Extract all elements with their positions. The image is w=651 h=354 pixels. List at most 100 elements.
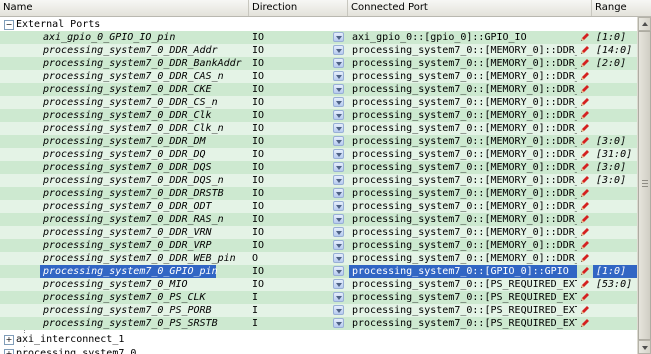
- port-name[interactable]: processing_system7_0_DDR_RAS_n: [40, 213, 227, 226]
- connected-port[interactable]: processing_system7_0::[MEMORY_0]::DDR_Cl…: [349, 122, 577, 135]
- dropdown-arrow-icon[interactable]: [333, 58, 344, 68]
- dropdown-arrow-icon[interactable]: [333, 45, 344, 55]
- table-row[interactable]: processing_system7_0_DDR_CS_n IO processin…: [0, 96, 637, 109]
- port-name[interactable]: processing_system7_0_DDR_CS_n: [40, 96, 221, 109]
- table-row[interactable]: processing_system7_0_DDR_DQ IO processing_…: [0, 148, 637, 161]
- port-direction[interactable]: O: [249, 252, 331, 265]
- table-row[interactable]: processing_system7_0_DDR_DQS IO processing…: [0, 161, 637, 174]
- port-name[interactable]: processing_system7_0_DDR_DQS: [40, 161, 215, 174]
- port-name[interactable]: processing_system7_0_DDR_DRSTB: [40, 187, 227, 200]
- table-row[interactable]: processing_system7_0_MIO IO processing_sys…: [0, 278, 637, 291]
- table-row[interactable]: processing_system7_0_DDR_DRSTB IO processi…: [0, 187, 637, 200]
- port-name[interactable]: processing_system7_0_DDR_DQ: [40, 148, 209, 161]
- port-range[interactable]: [593, 96, 637, 109]
- port-range[interactable]: [3:0]: [593, 135, 637, 148]
- column-header-direction[interactable]: Direction: [249, 0, 348, 16]
- dropdown-arrow-icon[interactable]: [333, 71, 344, 81]
- port-direction[interactable]: IO: [249, 44, 331, 57]
- port-name[interactable]: processing_system7_0_DDR_WEB_pin: [40, 252, 239, 265]
- connected-port[interactable]: processing_system7_0::[MEMORY_0]::DDR_DQ: [349, 148, 577, 161]
- table-row[interactable]: processing_system7_0_DDR_VRN IO processing…: [0, 226, 637, 239]
- pencil-icon[interactable]: [579, 123, 590, 134]
- table-row[interactable]: processing_system7_0_DDR_DQS_n IO processi…: [0, 174, 637, 187]
- expand-toggle-icon[interactable]: +: [4, 335, 14, 345]
- pencil-icon[interactable]: [579, 240, 590, 251]
- port-direction[interactable]: IO: [249, 161, 331, 174]
- pencil-icon[interactable]: [579, 253, 590, 264]
- column-header-range[interactable]: Range: [592, 0, 639, 16]
- dropdown-arrow-icon[interactable]: [333, 136, 344, 146]
- port-direction[interactable]: IO: [249, 31, 331, 44]
- dropdown-arrow-icon[interactable]: [333, 149, 344, 159]
- port-range[interactable]: [593, 226, 637, 239]
- dropdown-arrow-icon[interactable]: [333, 305, 344, 315]
- connected-port[interactable]: processing_system7_0::[MEMORY_0]::DDR_Ba…: [349, 57, 577, 70]
- pencil-icon[interactable]: [579, 110, 590, 121]
- port-name[interactable]: processing_system7_0_PS_CLK: [40, 291, 209, 304]
- port-name[interactable]: processing_system7_0_DDR_VRN: [40, 226, 215, 239]
- port-name[interactable]: processing_system7_0_DDR_DQS_n: [40, 174, 227, 187]
- port-direction[interactable]: IO: [249, 226, 331, 239]
- port-range[interactable]: [593, 200, 637, 213]
- table-row[interactable]: processing_system7_0_PS_PORB Iprocessing_…: [0, 304, 637, 317]
- connected-port[interactable]: processing_system7_0::[MEMORY_0]::DDR_DR…: [349, 187, 577, 200]
- pencil-icon[interactable]: [579, 162, 590, 173]
- connected-port[interactable]: processing_system7_0::[MEMORY_0]::DDR_CS…: [349, 96, 577, 109]
- pencil-icon[interactable]: [579, 227, 590, 238]
- port-range[interactable]: [593, 317, 637, 330]
- scrollbar-thumb[interactable]: [638, 31, 651, 340]
- pencil-icon[interactable]: [579, 292, 590, 303]
- table-row[interactable]: processing_system7_0_GPIO_pin IO processin…: [0, 265, 637, 278]
- connected-port[interactable]: processing_system7_0::[MEMORY_0]::DDR_DQ…: [349, 161, 577, 174]
- port-range[interactable]: [593, 213, 637, 226]
- port-name[interactable]: processing_system7_0_DDR_Clk: [40, 109, 215, 122]
- connected-port[interactable]: processing_system7_0::[GPIO_0]::GPIO: [349, 265, 577, 278]
- port-name[interactable]: processing_system7_0_DDR_Addr: [40, 44, 221, 57]
- group-row-external-ports[interactable]: − External Ports: [0, 18, 637, 31]
- port-range[interactable]: [593, 83, 637, 96]
- table-row[interactable]: axi_gpio_0_GPIO_IO_pin IO axi_gpio_0::[gpi…: [0, 31, 637, 44]
- table-row[interactable]: processing_system7_0_DDR_BankAddr IO proce…: [0, 57, 637, 70]
- connected-port[interactable]: processing_system7_0::[MEMORY_0]::DDR_RA…: [349, 213, 577, 226]
- table-row[interactable]: processing_system7_0_DDR_CAS_n IO processi…: [0, 70, 637, 83]
- table-row[interactable]: processing_system7_0_DDR_Clk IO processing…: [0, 109, 637, 122]
- pencil-icon[interactable]: [579, 58, 590, 69]
- port-range[interactable]: [53:0]: [593, 278, 637, 291]
- pencil-icon[interactable]: [579, 136, 590, 147]
- dropdown-arrow-icon[interactable]: [333, 110, 344, 120]
- port-direction[interactable]: IO: [249, 239, 331, 252]
- pencil-icon[interactable]: [579, 71, 590, 82]
- dropdown-arrow-icon[interactable]: [333, 32, 344, 42]
- column-header-name[interactable]: Name: [0, 0, 249, 16]
- port-direction[interactable]: IO: [249, 109, 331, 122]
- pencil-icon[interactable]: [579, 188, 590, 199]
- port-range[interactable]: [593, 239, 637, 252]
- port-name[interactable]: processing_system7_0_PS_SRSTB: [40, 317, 221, 330]
- collapse-toggle-icon[interactable]: −: [4, 20, 14, 30]
- connected-port[interactable]: processing_system7_0::[MEMORY_0]::DDR_Ad…: [349, 44, 577, 57]
- table-row[interactable]: processing_system7_0_DDR_WEB_pin Oprocess…: [0, 252, 637, 265]
- connected-port[interactable]: processing_system7_0::[PS_REQUIRED_EXTER…: [349, 317, 577, 330]
- dropdown-arrow-icon[interactable]: [333, 292, 344, 302]
- connected-port[interactable]: processing_system7_0::[MEMORY_0]::DDR_CA…: [349, 70, 577, 83]
- connected-port[interactable]: processing_system7_0::[MEMORY_0]::DDR_DM: [349, 135, 577, 148]
- group-row-axi-interconnect[interactable]: + axi_interconnect_1: [0, 333, 637, 346]
- pencil-icon[interactable]: [579, 45, 590, 56]
- dropdown-arrow-icon[interactable]: [333, 253, 344, 263]
- port-direction[interactable]: IO: [249, 265, 331, 278]
- connected-port[interactable]: processing_system7_0::[MEMORY_0]::DDR_OD…: [349, 200, 577, 213]
- port-range[interactable]: [593, 252, 637, 265]
- port-direction[interactable]: IO: [249, 96, 331, 109]
- port-name[interactable]: processing_system7_0_DDR_BankAddr: [40, 57, 245, 70]
- table-row[interactable]: processing_system7_0_DDR_ODT IO processing…: [0, 200, 637, 213]
- table-row[interactable]: processing_system7_0_PS_SRSTB Iprocessing…: [0, 317, 637, 330]
- expand-toggle-icon[interactable]: +: [4, 349, 14, 354]
- port-direction[interactable]: IO: [249, 278, 331, 291]
- connected-port[interactable]: processing_system7_0::[MEMORY_0]::DDR_DQ…: [349, 174, 577, 187]
- connected-port[interactable]: processing_system7_0::[MEMORY_0]::DDR_WE…: [349, 252, 577, 265]
- group-row-processing-system[interactable]: + processing_system7_0: [0, 347, 637, 354]
- connected-port[interactable]: processing_system7_0::[PS_REQUIRED_EXTER…: [349, 278, 577, 291]
- port-direction[interactable]: I: [249, 317, 331, 330]
- port-name[interactable]: processing_system7_0_DDR_Clk_n: [40, 122, 227, 135]
- port-name[interactable]: axi_gpio_0_GPIO_IO_pin: [40, 31, 178, 44]
